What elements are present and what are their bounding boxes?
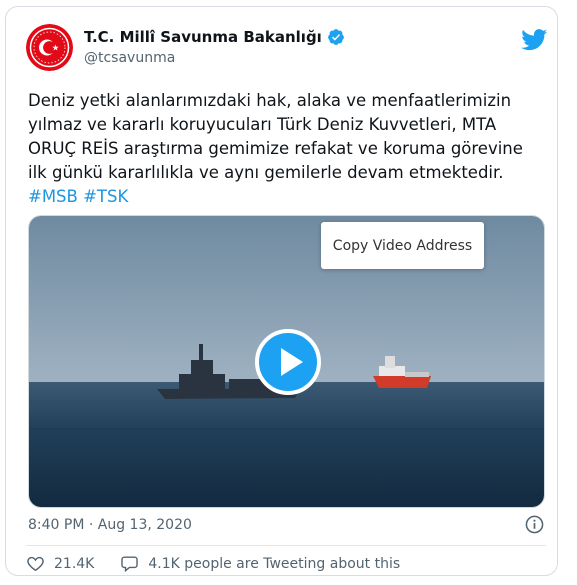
action-bar: 21.4K 4.1K people are Tweeting about thi… [26,554,400,573]
like-button[interactable]: 21.4K [26,554,94,573]
tweet-text-line: ORUÇ REİS araştırma gemimize refakat ve … [28,139,523,158]
hashtag-line: #MSB #TSK [28,185,548,209]
like-count: 21.4K [54,555,95,572]
video-player[interactable]: Copy Video Address [28,215,545,508]
avatar[interactable] [26,24,73,71]
tweeting-about-text: 4.1K people are Tweeting about this [148,555,401,572]
tweet-card: T.C. Millî Savunma Bakanlığı @tcsavunma … [5,6,558,576]
divider [26,545,546,546]
handle[interactable]: @tcsavunma [84,50,175,66]
hashtag-msb[interactable]: #MSB [28,187,78,206]
msb-emblem-icon [26,24,73,71]
verified-badge-icon [327,29,344,45]
display-name[interactable]: T.C. Millî Savunma Bakanlığı [84,28,322,46]
twitter-bird-icon[interactable] [521,29,548,51]
tweeting-about-link[interactable]: 4.1K people are Tweeting about this [120,554,400,573]
heart-icon [27,556,44,572]
tweet-text-line: ilk günkü kararlılıkla ve aynı gemilerle… [28,163,504,182]
timestamp[interactable]: 8:40 PM · Aug 13, 2020 [28,517,192,533]
play-icon[interactable] [255,329,321,395]
tweet-text-line: Deniz yetki alanlarımızdaki hak, alaka v… [28,91,512,110]
speech-bubble-icon [121,556,139,573]
copy-video-address-item[interactable]: Copy Video Address [333,238,472,254]
author-row: T.C. Millî Savunma Bakanlığı [84,28,345,46]
context-menu: Copy Video Address [321,222,484,269]
hashtag-tsk[interactable]: #TSK [83,187,128,206]
info-icon[interactable] [525,515,544,534]
tweet-text: Deniz yetki alanlarımızdaki hak, alaka v… [28,89,548,209]
tweet-text-line: yılmaz ve kararlı koruyucuları Türk Deni… [28,115,497,134]
